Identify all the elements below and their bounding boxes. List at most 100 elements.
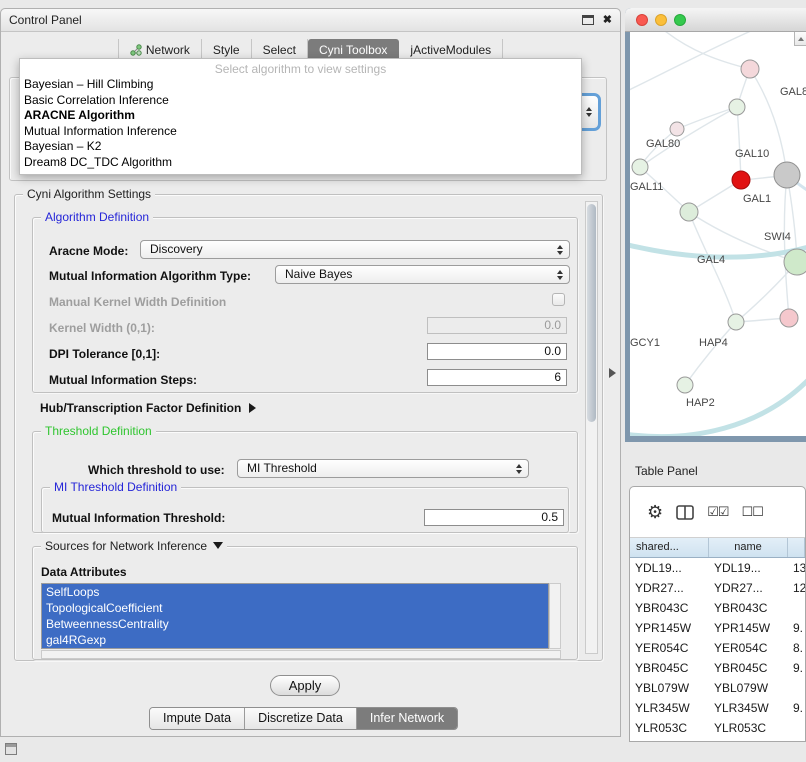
table-row[interactable]: YLR345W YLR345W 9.: [630, 698, 805, 718]
column-header-extra[interactable]: [788, 538, 805, 557]
tab-impute-data[interactable]: Impute Data: [150, 708, 244, 729]
network-window-titlebar[interactable]: [625, 8, 806, 32]
cell-shared: YBR043C: [630, 598, 709, 618]
cell-value: 12: [788, 578, 805, 598]
cell-value: 9.: [788, 658, 805, 678]
threshold-definition-group: Threshold Definition Which threshold to …: [32, 431, 578, 533]
cell-value: [788, 598, 805, 618]
attribute-list-hscrollbar[interactable]: [41, 650, 561, 659]
attribute-list-vscrollbar[interactable]: [549, 583, 561, 649]
node-green[interactable]: [728, 314, 744, 330]
panel-divider-handle[interactable]: [609, 368, 616, 378]
node-green[interactable]: [680, 203, 698, 221]
data-attributes-label: Data Attributes: [41, 565, 127, 579]
table-row[interactable]: YDR27... YDR27... 12: [630, 578, 805, 598]
gear-icon[interactable]: ⚙: [647, 502, 663, 523]
cell-value: 9.: [788, 618, 805, 638]
mi-type-label: Mutual Information Algorithm Type:: [49, 269, 251, 283]
node-label: GAL8: [780, 86, 806, 98]
kernel-width-field[interactable]: 0.0: [427, 317, 567, 334]
dpi-tolerance-field[interactable]: 0.0: [427, 343, 567, 360]
select-all-icon[interactable]: ☑☑: [707, 505, 728, 520]
aracne-mode-combo[interactable]: Discovery: [140, 240, 570, 259]
restore-panel-icon[interactable]: [5, 743, 17, 755]
network-canvas[interactable]: GAL8 GAL80 GAL10 GAL11 GAL1 SWI4 GAL4 GC…: [630, 32, 806, 436]
minimize-traffic-light[interactable]: [655, 14, 667, 26]
table-body: YDL19... YDL19... 13 YDR27... YDR27... 1…: [630, 558, 805, 738]
attribute-item[interactable]: TopologicalCoefficient: [42, 600, 548, 616]
attribute-item[interactable]: BetweennessCentrality: [42, 616, 548, 632]
cell-shared: YLR053C: [630, 718, 709, 738]
combo-arrows-icon: [516, 464, 522, 474]
dropdown-item-bayesian-hill-climbing[interactable]: Bayesian – Hill Climbing: [20, 77, 581, 93]
close-traffic-light[interactable]: [636, 14, 648, 26]
dropdown-item-bayesian-k2[interactable]: Bayesian – K2: [20, 139, 581, 155]
combo-arrows-icon: [586, 107, 592, 117]
node-green-large[interactable]: [784, 249, 806, 275]
node-red-selected[interactable]: [732, 171, 750, 189]
deselect-all-icon[interactable]: ☐☐: [741, 505, 762, 520]
manual-kernel-label: Manual Kernel Width Definition: [49, 295, 226, 309]
dropdown-item-aracne[interactable]: ARACNE Algorithm: [20, 108, 581, 124]
columns-icon[interactable]: [676, 505, 694, 520]
cyni-algorithm-settings-group: Cyni Algorithm Settings Algorithm Defini…: [14, 194, 603, 661]
hub-definition-toggle[interactable]: Hub/Transcription Factor Definition: [40, 401, 256, 415]
settings-scrollbar-thumb[interactable]: [587, 204, 596, 422]
apply-button[interactable]: Apply: [270, 675, 340, 696]
table-row[interactable]: YPR145W YPR145W 9.: [630, 618, 805, 638]
node-label: GAL10: [735, 148, 769, 160]
table-row[interactable]: YBR043C YBR043C: [630, 598, 805, 618]
column-header-shared[interactable]: shared...: [630, 538, 709, 557]
control-panel-title: Control Panel: [9, 13, 82, 27]
table-header: shared... name: [630, 538, 805, 558]
node-pink-top[interactable]: [741, 60, 759, 78]
which-threshold-value: MI Threshold: [247, 460, 317, 477]
node-pink[interactable]: [780, 309, 798, 327]
node-green[interactable]: [677, 377, 693, 393]
table-toolbar: ⚙ ☑☑ ☐☐: [630, 487, 805, 538]
node-green[interactable]: [632, 159, 648, 175]
tab-discretize-data[interactable]: Discretize Data: [244, 708, 356, 729]
node-green[interactable]: [729, 99, 745, 115]
canvas-scroll-button[interactable]: [794, 32, 806, 46]
table-row[interactable]: YER054C YER054C 8.: [630, 638, 805, 658]
node-label: GCY1: [630, 337, 660, 349]
dropdown-item-dream8[interactable]: Dream8 DC_TDC Algorithm: [20, 155, 581, 171]
manual-kernel-checkbox[interactable]: [552, 293, 565, 306]
node-pale-pink[interactable]: [670, 122, 684, 136]
cell-shared: YBR045C: [630, 658, 709, 678]
algorithm-definition-title: Algorithm Definition: [41, 210, 153, 224]
tab-infer-network[interactable]: Infer Network: [356, 708, 457, 729]
expand-right-icon: [249, 403, 256, 413]
mi-threshold-field[interactable]: 0.5: [424, 509, 564, 526]
cell-name: YLR345W: [709, 698, 788, 718]
table-panel-window: ⚙ ☑☑ ☐☐ shared... name YDL19... YDL19...…: [629, 486, 806, 742]
mi-steps-field[interactable]: 6: [427, 369, 567, 386]
node-label: HAP2: [686, 397, 715, 409]
float-window-icon[interactable]: [582, 15, 594, 25]
node-label: GAL11: [630, 181, 663, 193]
cell-name: YPR145W: [709, 618, 788, 638]
bottom-tabs: Impute Data Discretize Data Infer Networ…: [149, 707, 458, 730]
node-gray-large[interactable]: [774, 162, 800, 188]
table-row[interactable]: YBL079W YBL079W: [630, 678, 805, 698]
dropdown-item-mutual-information[interactable]: Mutual Information Inference: [20, 124, 581, 140]
dropdown-item-basic-correlation[interactable]: Basic Correlation Inference: [20, 93, 581, 109]
table-row[interactable]: YLR053C YLR053C: [630, 718, 805, 738]
mi-threshold-group-title: MI Threshold Definition: [50, 480, 181, 494]
table-row[interactable]: YBR045C YBR045C 9.: [630, 658, 805, 678]
sources-group-title[interactable]: Sources for Network Inference: [41, 539, 227, 553]
attribute-item[interactable]: gal4RGexp: [42, 632, 548, 648]
cell-name: YDR27...: [709, 578, 788, 598]
table-panel-title: Table Panel: [635, 464, 698, 478]
settings-scrollbar[interactable]: [585, 201, 598, 654]
which-threshold-combo[interactable]: MI Threshold: [237, 459, 529, 478]
column-header-name[interactable]: name: [709, 538, 788, 557]
attribute-item[interactable]: SelfLoops: [42, 584, 548, 600]
zoom-traffic-light[interactable]: [674, 14, 686, 26]
table-row[interactable]: YDL19... YDL19... 13: [630, 558, 805, 578]
close-icon[interactable]: ✖: [603, 15, 612, 26]
mi-type-combo[interactable]: Naive Bayes: [275, 265, 570, 284]
cell-name: YBR043C: [709, 598, 788, 618]
control-panel-window: Control Panel ✖ Network Style Select: [0, 8, 621, 737]
